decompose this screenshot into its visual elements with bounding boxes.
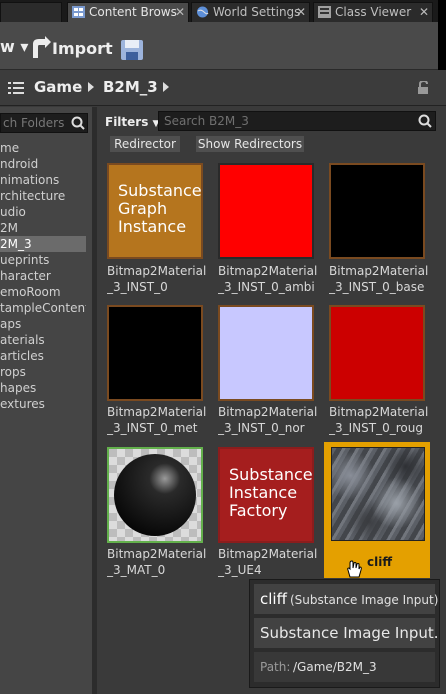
folder-item[interactable]: me (0, 140, 86, 156)
close-icon[interactable]: ✕ (296, 3, 306, 21)
tooltip-asset-type: (Substance Image Input) (290, 593, 439, 607)
import-button[interactable]: Import (30, 36, 113, 62)
folder-item-label: aterials (0, 333, 45, 347)
tab-label: Content Brows (89, 5, 177, 19)
folder-item-label: udio (0, 205, 26, 219)
folder-item-label: emoRoom (0, 285, 61, 299)
folder-item[interactable]: articles (0, 348, 86, 364)
breadcrumb-arrow-icon[interactable] (88, 82, 94, 92)
tab-label: Class Viewer (335, 5, 412, 19)
folder-item-label: 2M_3 (0, 237, 32, 251)
asset-label: Bitmap2Material _3_INST_0 (107, 264, 207, 294)
asset-thumb-cliff[interactable] (331, 447, 425, 541)
folder-item-label: rops (0, 365, 26, 379)
breadcrumb-arrow-icon[interactable] (163, 82, 169, 92)
asset-search-input[interactable]: Search B2M_3 (158, 111, 436, 131)
asset-thumb-base[interactable] (329, 163, 425, 259)
asset-label: Bitmap2Material _3_INST_0_base (329, 264, 429, 294)
thumb-text: Substance Instance Factory (229, 465, 313, 520)
folder-item[interactable]: udio (0, 204, 86, 220)
import-label: Import (52, 39, 113, 58)
asset-thumb-nor[interactable] (218, 305, 314, 401)
search-icon (71, 116, 85, 130)
tab-partial[interactable] (0, 2, 62, 22)
thumb-text: Substance Graph Instance (118, 181, 202, 236)
folder-item-label: articles (0, 349, 44, 363)
asset-thumb-material-sphere[interactable] (107, 447, 203, 543)
lock-icon[interactable] (417, 79, 431, 99)
asset-label: Bitmap2Material _3_UE4 (218, 547, 318, 577)
tooltip-path-label: Path: (260, 660, 291, 674)
material-sphere-icon (109, 449, 201, 541)
asset-thumb-substance-graph-instance[interactable]: Substance Graph Instance (107, 163, 203, 259)
tooltip-path-row: Path: /Game/B2M_3 (254, 652, 435, 682)
folder-search-placeholder: ch Folders (3, 116, 65, 130)
folder-item[interactable]: tampleContent (0, 300, 86, 316)
asset-thumb-met[interactable] (107, 305, 203, 401)
asset-label: Bitmap2Material _3_INST_0_ambi (218, 264, 318, 294)
tab-content-browser[interactable]: Content Brows ✕ (67, 2, 189, 22)
close-icon[interactable]: ✕ (175, 3, 185, 21)
folder-item[interactable]: haracter (0, 268, 86, 284)
filters-label: Filters (105, 115, 149, 129)
folder-item[interactable]: aps (0, 316, 86, 332)
tooltip-class-row: Substance Image Input. (254, 618, 439, 648)
folder-item-label: tampleContent (0, 301, 86, 315)
asset-search-placeholder: Search B2M_3 (164, 114, 249, 128)
breadcrumb-b2m3[interactable]: B2M_3 (103, 78, 158, 96)
folder-item[interactable]: aterials (0, 332, 86, 348)
asset-thumb-roug[interactable] (329, 305, 425, 401)
folder-item[interactable]: 2M_3 (0, 236, 86, 252)
folder-item-label: ueprints (0, 253, 50, 267)
tooltip-asset-name: cliff (260, 590, 287, 608)
filter-chip-redirector[interactable]: Redirector (109, 135, 181, 153)
filters-button[interactable]: Filters ▼ (101, 113, 159, 131)
sources-toggle-icon[interactable] (8, 80, 24, 99)
asset-label: Bitmap2Material _3_INST_0_roug (329, 405, 429, 435)
asset-label: Bitmap2Material _3_MAT_0 (107, 547, 207, 577)
asset-thumb-ambi[interactable] (218, 163, 314, 259)
folder-item-label: nimations (0, 173, 60, 187)
search-icon (418, 114, 432, 128)
asset-label: Bitmap2Material _3_INST_0_nor (218, 405, 318, 435)
folder-item[interactable]: rchitecture (0, 188, 86, 204)
folder-item[interactable]: ueprints (0, 252, 86, 268)
import-icon (33, 36, 51, 58)
asset-label-cliff: cliff (367, 555, 393, 569)
content-browser-icon (72, 5, 85, 18)
window-edge (438, 0, 446, 78)
filter-chip-show-redirectors[interactable]: Show Redirectors (195, 135, 305, 153)
folder-item[interactable]: extures (0, 396, 86, 412)
folder-item-label: hapes (0, 381, 37, 395)
folder-item[interactable]: ndroid (0, 156, 86, 172)
folder-item-label: haracter (0, 269, 51, 283)
folder-item[interactable]: emoRoom (0, 284, 86, 300)
asset-thumb-substance-instance-factory[interactable]: Substance Instance Factory (218, 447, 314, 543)
folder-item-label: extures (0, 397, 45, 411)
folder-item-label: me (0, 141, 20, 155)
folder-item-label: rchitecture (0, 189, 66, 203)
folder-item[interactable]: rops (0, 364, 86, 380)
folder-item[interactable]: nimations (0, 172, 86, 188)
folder-item[interactable]: hapes (0, 380, 86, 396)
add-new-button[interactable]: w ▾ (0, 37, 28, 56)
breadcrumb-game[interactable]: Game (34, 78, 82, 96)
tooltip-header: cliff (Substance Image Input) (254, 584, 439, 614)
save-all-button[interactable] (120, 39, 144, 61)
folder-item-label: aps (0, 317, 22, 331)
folder-item[interactable]: 2M (0, 220, 86, 236)
class-viewer-icon (318, 5, 331, 18)
asset-label: Bitmap2Material _3_INST_0_met (107, 405, 207, 435)
close-icon[interactable]: ✕ (419, 3, 429, 21)
folder-item-label: 2M (0, 221, 18, 235)
tooltip-class-name: Substance Image Input. (260, 624, 439, 642)
folder-search-input[interactable]: ch Folders (0, 113, 88, 133)
tab-class-viewer[interactable]: Class Viewer ✕ (313, 2, 433, 22)
tab-label: World Settings (213, 5, 301, 19)
globe-icon (196, 5, 209, 18)
tooltip-path-value: /Game/B2M_3 (293, 660, 377, 674)
folder-item-label: ndroid (0, 157, 39, 171)
tab-world-settings[interactable]: World Settings ✕ (191, 2, 310, 22)
save-icon (121, 40, 143, 60)
